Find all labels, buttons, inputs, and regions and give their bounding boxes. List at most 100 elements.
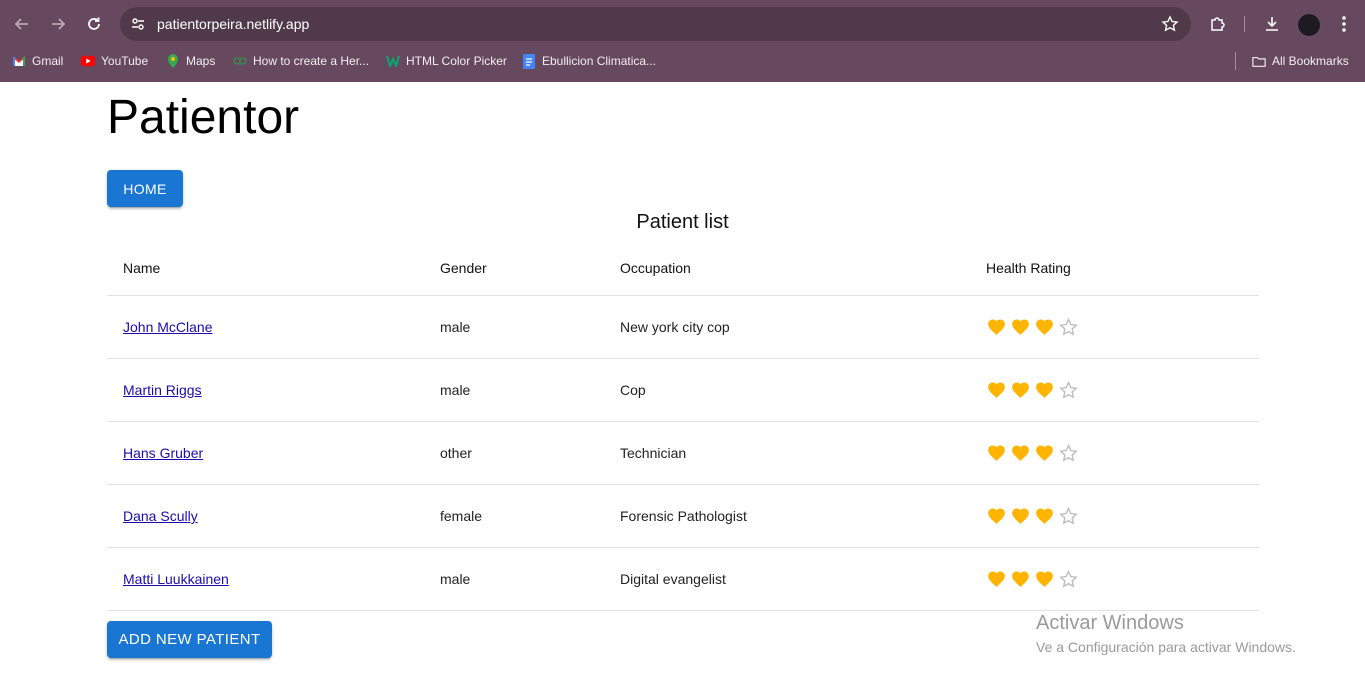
url-text: patientorpeira.netlify.app — [157, 16, 310, 32]
heart-filled-icon — [1012, 571, 1029, 587]
address-bar[interactable]: patientorpeira.netlify.app — [120, 7, 1191, 41]
windows-activation-watermark: Activar Windows Ve a Configuración para … — [1036, 612, 1296, 655]
forward-button[interactable] — [46, 12, 70, 36]
heart-filled-icon — [988, 319, 1005, 335]
docs-icon — [522, 53, 536, 69]
add-new-patient-button[interactable]: ADD NEW PATIENT — [107, 621, 272, 658]
star-empty-icon — [1059, 380, 1078, 399]
downloads-button[interactable] — [1260, 12, 1284, 36]
patient-occupation: Digital evangelist — [620, 571, 726, 587]
patient-gender: male — [440, 319, 471, 335]
puzzle-icon — [1211, 17, 1225, 31]
site-settings-icon[interactable] — [129, 15, 147, 33]
link-icon — [233, 54, 247, 68]
bookmark-youtube[interactable]: YouTube — [81, 51, 148, 71]
heart-filled-icon — [1012, 382, 1029, 398]
star-empty-icon — [1059, 569, 1078, 588]
bookmark-html-color-picker[interactable]: HTML Color Picker — [386, 51, 507, 71]
bookmark-label: YouTube — [101, 54, 149, 68]
bookmark-label: Ebullicion Climatica... — [542, 54, 657, 68]
star-empty-icon — [1059, 506, 1078, 525]
health-rating — [986, 422, 1079, 484]
back-arrow-icon — [14, 18, 28, 30]
star-empty-icon — [1059, 443, 1078, 462]
bookmark-label: Gmail — [32, 54, 64, 68]
browser-chrome: patientorpeira.netlify.app Gmail YouTube… — [0, 0, 1365, 82]
w3schools-icon — [386, 54, 400, 68]
heart-filled-icon — [1036, 382, 1053, 398]
patient-name-link[interactable]: Dana Scully — [123, 508, 198, 524]
heart-filled-icon — [1036, 319, 1053, 335]
heart-filled-icon — [1012, 445, 1029, 461]
bookmark-maps[interactable]: Maps — [166, 51, 215, 71]
health-rating — [986, 548, 1079, 610]
all-bookmarks-label: All Bookmarks — [1272, 54, 1349, 68]
patient-list-title: Patient list — [636, 211, 729, 233]
heart-filled-icon — [988, 571, 1005, 587]
download-icon — [1266, 17, 1278, 31]
heart-filled-icon — [988, 508, 1005, 524]
reload-icon — [88, 17, 100, 30]
header-gender: Gender — [440, 260, 487, 276]
table-row: John McClane male New york city cop — [107, 296, 1259, 359]
bookmark-gmail[interactable]: Gmail — [12, 51, 63, 71]
patient-occupation: New york city cop — [620, 319, 730, 335]
watermark-title: Activar Windows — [1036, 612, 1184, 634]
youtube-icon — [81, 54, 95, 68]
patient-name-link[interactable]: John McClane — [123, 319, 213, 335]
patient-gender: male — [440, 382, 471, 398]
table-row: Matti Luukkainen male Digital evangelist — [107, 548, 1259, 611]
table-header: Name Gender Occupation Health Rating — [107, 236, 1259, 296]
bookmark-label: Maps — [186, 54, 216, 68]
browser-toolbar: patientorpeira.netlify.app — [0, 0, 1365, 48]
patient-name-link[interactable]: Martin Riggs — [123, 382, 202, 398]
health-rating — [986, 359, 1079, 421]
header-occupation: Occupation — [620, 260, 691, 276]
bookmark-label: HTML Color Picker — [406, 54, 507, 68]
forward-arrow-icon — [52, 18, 66, 30]
table-row: Dana Scully female Forensic Pathologist — [107, 485, 1259, 548]
patient-occupation: Cop — [620, 382, 646, 398]
patient-occupation: Forensic Pathologist — [620, 508, 747, 524]
patient-occupation: Technician — [620, 445, 687, 461]
health-rating — [986, 296, 1079, 358]
heart-filled-icon — [1012, 319, 1029, 335]
toolbar-divider — [1244, 16, 1245, 32]
patient-gender: female — [440, 508, 483, 524]
heart-filled-icon — [988, 445, 1005, 461]
patient-gender: other — [440, 445, 472, 461]
heart-filled-icon — [1036, 445, 1053, 461]
gmail-icon — [12, 54, 26, 68]
patient-name-link[interactable]: Hans Gruber — [123, 445, 203, 461]
heart-filled-icon — [1012, 508, 1029, 524]
profile-avatar[interactable] — [1297, 13, 1321, 37]
heart-filled-icon — [988, 382, 1005, 398]
bookmark-star-icon[interactable] — [1161, 15, 1179, 33]
bookmark-label: How to create a Her... — [253, 54, 370, 68]
maps-icon — [166, 54, 180, 68]
page-title: Patientor — [107, 91, 300, 144]
patient-table: Name Gender Occupation Health Rating Joh… — [107, 236, 1259, 611]
bookmarks-divider — [1235, 52, 1236, 70]
all-bookmarks[interactable]: All Bookmarks — [1252, 51, 1349, 71]
menu-button[interactable] — [1332, 12, 1356, 36]
health-rating — [986, 485, 1079, 547]
table-row: Hans Gruber other Technician — [107, 422, 1259, 485]
reload-button[interactable] — [82, 12, 106, 36]
table-row: Martin Riggs male Cop — [107, 359, 1259, 422]
extensions-button[interactable] — [1206, 12, 1230, 36]
patient-name-link[interactable]: Matti Luukkainen — [123, 571, 229, 587]
header-name: Name — [123, 260, 161, 276]
header-health-rating: Health Rating — [986, 260, 1071, 276]
star-empty-icon — [1059, 317, 1078, 336]
heart-filled-icon — [1036, 508, 1053, 524]
heart-filled-icon — [1036, 571, 1053, 587]
bookmark-ebullicion[interactable]: Ebullicion Climatica... — [522, 51, 656, 71]
more-vert-icon — [1342, 16, 1346, 32]
back-button[interactable] — [10, 12, 34, 36]
bookmark-how-to-create[interactable]: How to create a Her... — [233, 51, 369, 71]
watermark-subtitle: Ve a Configuración para activar Windows. — [1036, 639, 1296, 655]
home-button[interactable]: HOME — [107, 170, 183, 207]
folder-icon — [1252, 54, 1266, 68]
patient-gender: male — [440, 571, 471, 587]
